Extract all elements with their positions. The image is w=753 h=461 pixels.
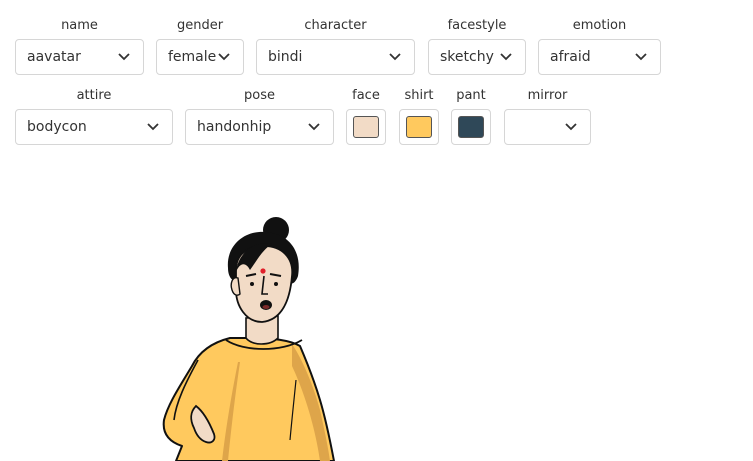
avatar-mouth-inner	[262, 305, 270, 309]
avatar-body	[162, 337, 335, 461]
avatar-ear	[230, 277, 241, 296]
avatar-illustration	[162, 217, 335, 461]
avatar-head	[227, 217, 299, 323]
avatar-eye-right	[274, 282, 278, 286]
avatar-eye-left	[250, 282, 254, 286]
avatar-bindi	[260, 268, 266, 274]
